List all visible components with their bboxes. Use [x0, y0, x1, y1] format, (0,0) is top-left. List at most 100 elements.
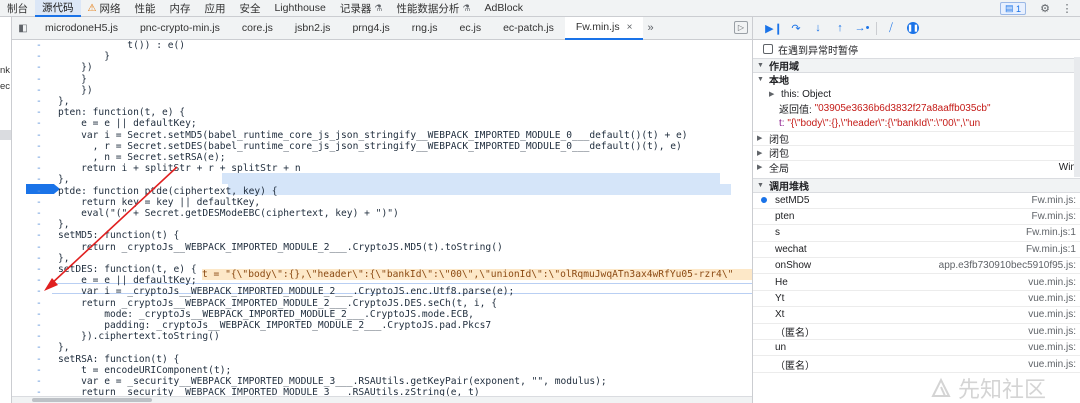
callstack-frame[interactable]: He vue.min.js:	[753, 274, 1080, 291]
frame-location[interactable]: vue.min.js:	[1028, 277, 1076, 288]
tab-sources[interactable]: 源代码	[35, 0, 81, 17]
code-line[interactable]: - })	[12, 62, 752, 73]
gutter-marker[interactable]: -	[36, 208, 46, 219]
code-line[interactable]: - t = encodeURIComponent(t);	[12, 365, 752, 376]
gear-icon[interactable]: ⚙	[1036, 2, 1054, 15]
callstack-frame[interactable]: Yt vue.min.js:	[753, 291, 1080, 308]
gutter-marker[interactable]: -	[36, 118, 46, 129]
code-line[interactable]: - t()) : e()	[12, 40, 752, 51]
code-line[interactable]: - return _cryptoJs__WEBPACK_IMPORTED_MOD…	[12, 242, 752, 253]
callstack-frame[interactable]: setMD5 Fw.min.js:	[753, 193, 1080, 209]
gutter-marker[interactable]: -	[36, 253, 46, 264]
file-tab[interactable]: ec.js	[448, 17, 492, 40]
toggle-navigator-icon[interactable]: ◧	[12, 23, 34, 34]
code-line[interactable]: - var i = _cryptoJs__WEBPACK_IMPORTED_MO…	[12, 286, 752, 297]
scope-section-header[interactable]: ▼ 作用域	[753, 58, 1080, 73]
code-line[interactable]: - eval("(" + Secret.getDESModeEBC(cipher…	[12, 208, 752, 219]
scope-global-row[interactable]: ▶ 全局 Win	[753, 159, 1080, 175]
code-line[interactable]: - padding: _cryptoJs__WEBPACK_IMPORTED_M…	[12, 320, 752, 331]
frame-location[interactable]: vue.min.js:	[1028, 359, 1076, 370]
gutter-marker[interactable]: -	[36, 130, 46, 141]
more-tabs-icon[interactable]: »	[647, 22, 653, 34]
file-tab[interactable]: prng4.js	[341, 17, 400, 40]
code-line[interactable]: - e = e || defaultKey;	[12, 118, 752, 129]
code-editor[interactable]: - t()) : e() - } - }) - } - }) -}, - pten: func…	[12, 40, 752, 396]
file-tab[interactable]: ec-patch.js	[492, 17, 565, 40]
file-tab[interactable]: core.js	[231, 17, 284, 40]
pause-exception-checkbox[interactable]	[763, 44, 773, 54]
gutter-marker[interactable]: -	[36, 365, 46, 376]
toggle-debugger-icon[interactable]: ▷	[734, 21, 748, 34]
step-into-icon[interactable]: ↓	[807, 22, 829, 34]
gutter-marker[interactable]: -	[36, 376, 46, 387]
gutter-marker[interactable]: -	[36, 62, 46, 73]
tab-adblock[interactable]: AdBlock	[478, 0, 531, 17]
gutter-marker[interactable]: -	[36, 152, 46, 163]
deactivate-breakpoints-icon[interactable]: ⧸	[880, 22, 902, 35]
pause-on-exceptions-icon[interactable]: ❚❚	[907, 22, 919, 34]
gutter-marker[interactable]: -	[36, 186, 46, 197]
gutter-marker[interactable]: -	[36, 141, 46, 152]
tab-recorder[interactable]: 记录器 ⚗	[333, 0, 390, 17]
code-line[interactable]: - var i = Secret.setMD5(babel_runtime_co…	[12, 130, 752, 141]
code-line[interactable]: -},	[12, 342, 752, 353]
code-line[interactable]: - mode: _cryptoJs__WEBPACK_IMPORTED_MODU…	[12, 309, 752, 320]
callstack-frame[interactable]: un vue.min.js:	[753, 340, 1080, 357]
code-line[interactable]: - }	[12, 51, 752, 62]
file-tab[interactable]: rng.js	[401, 17, 449, 40]
code-line[interactable]: - pten: function(t, e) {	[12, 107, 752, 118]
code-line[interactable]: - setRSA: function(t) {	[12, 354, 752, 365]
frame-location[interactable]: vue.min.js:	[1028, 342, 1076, 353]
code-line[interactable]: -},	[12, 174, 752, 185]
tab-performance[interactable]: 性能	[127, 0, 162, 17]
callstack-section-header[interactable]: ▼ 调用堆栈	[753, 178, 1080, 193]
callstack-frame[interactable]: wechat Fw.min.js:1	[753, 242, 1080, 259]
pause-on-exception-option[interactable]: 在遇到异常时暂停	[753, 40, 1080, 58]
frame-location[interactable]: Fw.min.js:	[1032, 211, 1076, 222]
code-line[interactable]: - ptde: function ptde(ciphertext, key) {	[12, 186, 752, 197]
code-line[interactable]: - , r = Secret.setDES(babel_runtime_core…	[12, 141, 752, 152]
code-line[interactable]: - }).ciphertext.toString()	[12, 331, 752, 342]
gutter-marker[interactable]: -	[36, 230, 46, 241]
code-line[interactable]: - return _security__WEBPACK_IMPORTED_MOD…	[12, 387, 752, 396]
resume-icon[interactable]: ▶❙	[763, 22, 785, 35]
gutter-marker[interactable]: -	[36, 286, 46, 297]
gutter-marker[interactable]: -	[36, 197, 46, 208]
gutter-marker[interactable]: -	[36, 174, 46, 185]
close-icon[interactable]: ×	[627, 22, 633, 33]
gutter-marker[interactable]: -	[36, 74, 46, 85]
code-line[interactable]: - return key = key || defaultKey,	[12, 197, 752, 208]
tab-console[interactable]: 制台	[0, 0, 35, 17]
code-line[interactable]: - return _cryptoJs__WEBPACK_IMPORTED_MOD…	[12, 298, 752, 309]
frame-location[interactable]: Fw.min.js:1	[1026, 244, 1076, 255]
gutter-marker[interactable]: -	[36, 309, 46, 320]
tab-lighthouse[interactable]: Lighthouse	[267, 0, 332, 17]
scrollbar-thumb[interactable]	[32, 398, 152, 402]
callstack-frame[interactable]: onShow app.e3fb730910bec5910f95.js:	[753, 258, 1080, 275]
frame-location[interactable]: vue.min.js:	[1028, 309, 1076, 320]
gutter-marker[interactable]: -	[36, 264, 46, 275]
gutter-marker[interactable]: -	[36, 275, 46, 286]
file-tab[interactable]: jsbn2.js	[284, 17, 342, 40]
gutter-marker[interactable]: -	[36, 320, 46, 331]
gutter-marker[interactable]: -	[36, 354, 46, 365]
frame-location[interactable]: Fw.min.js:	[1032, 195, 1076, 206]
frame-location[interactable]: Fw.min.js:1	[1026, 227, 1076, 238]
gutter-marker[interactable]: -	[36, 242, 46, 253]
code-line[interactable]: - setMD5: function(t) {	[12, 230, 752, 241]
gutter-marker[interactable]: -	[36, 219, 46, 230]
gutter-marker[interactable]: -	[36, 331, 46, 342]
horizontal-scrollbar[interactable]	[12, 396, 752, 403]
scope-this-row[interactable]: ▶ this: Object	[753, 87, 1080, 102]
tab-security[interactable]: 安全	[232, 0, 267, 17]
code-line[interactable]: - var e = _security__WEBPACK_IMPORTED_MO…	[12, 376, 752, 387]
frame-location[interactable]: vue.min.js:	[1028, 293, 1076, 304]
tab-application[interactable]: 应用	[197, 0, 232, 17]
frame-location[interactable]: vue.min.js:	[1028, 326, 1076, 337]
tab-memory[interactable]: 内存	[162, 0, 197, 17]
callstack-frame[interactable]: Xt vue.min.js:	[753, 307, 1080, 324]
gutter-marker[interactable]: -	[36, 342, 46, 353]
gutter-marker[interactable]: -	[36, 40, 46, 51]
code-line[interactable]: -},	[12, 253, 752, 264]
step-icon[interactable]: →•	[851, 22, 873, 34]
